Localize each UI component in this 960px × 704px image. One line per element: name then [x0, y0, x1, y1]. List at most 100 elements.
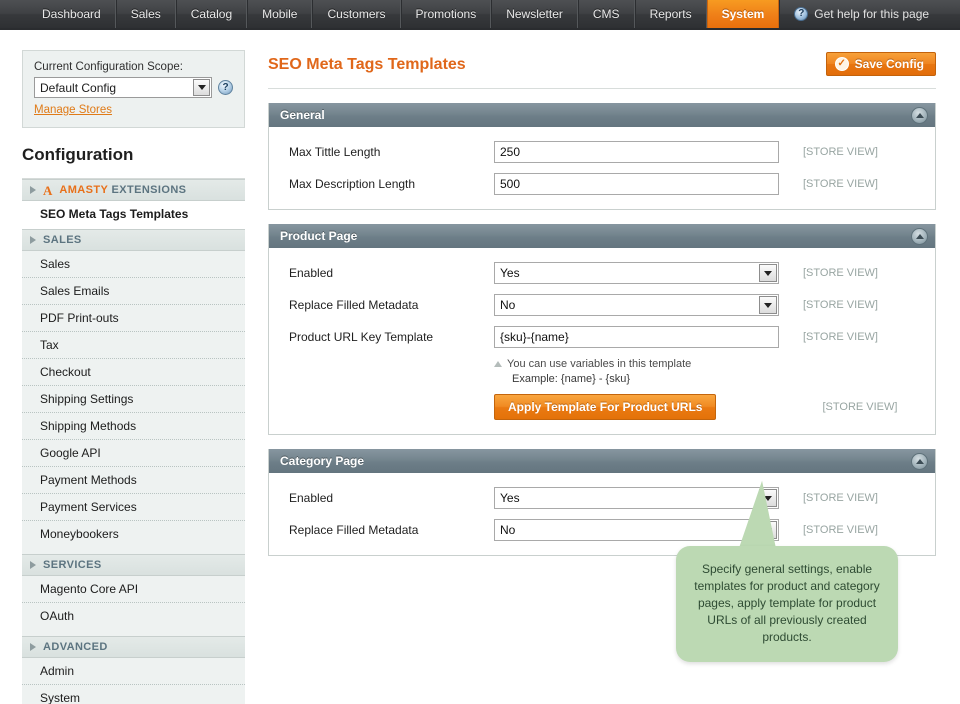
content-header: SEO Meta Tags Templates ✓ Save Config	[268, 52, 936, 76]
nav-item-mobile[interactable]: Mobile	[247, 0, 313, 28]
field-row-replace-filled-metadata: Replace Filled Metadata No [STORE VIEW]	[269, 294, 935, 316]
header-divider	[268, 88, 936, 89]
menu-group-services: Magento Core API OAuth	[22, 576, 245, 636]
fieldset-body-product-page: Enabled Yes [STORE VIEW] Replace Filled Met…	[269, 248, 935, 434]
menu-section-advanced[interactable]: ADVANCED	[22, 636, 245, 658]
input-max-tittle-length[interactable]: 250	[494, 141, 779, 163]
menu-section-label: ADVANCED	[43, 641, 108, 653]
apply-template-button[interactable]: Apply Template For Product URLs	[494, 394, 717, 420]
field-control-replace-filled-metadata: No	[494, 519, 779, 541]
configuration-heading: Configuration	[22, 128, 245, 179]
field-row-max-description-length: Max Description Length 500 [STORE VIEW]	[269, 173, 935, 195]
sidebar-item-system[interactable]: System	[22, 685, 245, 704]
sidebar-item-oauth[interactable]: OAuth	[22, 603, 245, 629]
chevron-down-icon	[759, 264, 777, 282]
sidebar-item-seo-meta-tags-templates[interactable]: SEO Meta Tags Templates	[22, 201, 245, 227]
triangle-right-icon	[30, 643, 36, 651]
menu-section-label: SALES	[43, 234, 82, 246]
nav-item-cms[interactable]: CMS	[577, 0, 635, 28]
scope-label: Current Configuration Scope:	[34, 61, 183, 73]
nav-item-newsletter[interactable]: Newsletter	[491, 0, 578, 28]
hint-example: Example: {name} - {sku}	[512, 373, 631, 385]
sidebar-item-shipping-settings[interactable]: Shipping Settings	[22, 386, 245, 413]
menu-group-amasty: SEO Meta Tags Templates	[22, 201, 245, 229]
help-tooltip: Specify general settings, enable templat…	[676, 546, 898, 662]
check-circle-icon: ✓	[834, 57, 849, 71]
field-row-max-tittle-length: Max Tittle Length 250 [STORE VIEW]	[269, 141, 935, 163]
select-replace-filled-metadata[interactable]: No	[494, 294, 779, 316]
field-label-max-tittle-length: Max Tittle Length	[289, 145, 381, 159]
fieldset-title: Category Page	[280, 454, 365, 468]
sidebar-item-payment-services[interactable]: Payment Services	[22, 494, 245, 521]
collapse-up-icon[interactable]	[911, 452, 928, 470]
menu-section-services[interactable]: SERVICES	[22, 554, 245, 576]
select-enabled[interactable]: Yes	[494, 262, 779, 284]
nav-item-system[interactable]: System	[706, 0, 780, 28]
scope-select[interactable]: Default Config	[34, 77, 212, 98]
menu-section-sales[interactable]: SALES	[22, 229, 245, 251]
get-help-link[interactable]: ? Get help for this page	[779, 0, 941, 28]
field-row-enabled: Enabled Yes [STORE VIEW]	[269, 262, 935, 284]
fieldset-title: Product Page	[280, 229, 358, 243]
main-content: SEO Meta Tags Templates ✓ Save Config Ge…	[250, 30, 960, 704]
triangle-up-icon	[494, 361, 502, 367]
page-title: SEO Meta Tags Templates	[268, 56, 466, 73]
sidebar-item-moneybookers[interactable]: Moneybookers	[22, 521, 245, 547]
field-control-max-description-length: 500	[494, 173, 779, 195]
field-value: No	[500, 523, 516, 537]
scope-tag: [STORE VIEW]	[822, 401, 898, 413]
fieldset-header-category-page[interactable]: Category Page	[269, 449, 935, 473]
field-control-enabled: Yes	[494, 487, 779, 509]
nav-item-customers[interactable]: Customers	[312, 0, 401, 28]
fieldset-header-product-page[interactable]: Product Page	[269, 224, 935, 248]
scope-tag: [STORE VIEW]	[803, 331, 878, 343]
hint-line: You can use variables in this template	[494, 358, 935, 370]
field-control-product-url-key-template: {sku}-{name}	[494, 326, 779, 348]
nav-item-dashboard[interactable]: Dashboard	[28, 0, 116, 28]
input-max-description-length[interactable]: 500	[494, 173, 779, 195]
sidebar-item-checkout[interactable]: Checkout	[22, 359, 245, 386]
scope-row: Default Config ?	[34, 77, 234, 98]
sidebar-item-pdf-print-outs[interactable]: PDF Print-outs	[22, 305, 245, 332]
scope-tag: [STORE VIEW]	[803, 524, 878, 536]
sidebar-item-shipping-methods[interactable]: Shipping Methods	[22, 413, 245, 440]
nav-item-catalog[interactable]: Catalog	[175, 0, 248, 28]
menu-section-label: AMASTY EXTENSIONS	[59, 184, 187, 196]
hint-text: You can use variables in this template	[507, 358, 692, 370]
nav-item-reports[interactable]: Reports	[634, 0, 707, 28]
triangle-right-icon	[30, 561, 36, 569]
sidebar-item-admin[interactable]: Admin	[22, 658, 245, 685]
fieldset-general: General Max Tittle Length 250 [STORE VIEW] M…	[268, 103, 936, 210]
menu-section-amasty[interactable]: A AMASTY EXTENSIONS	[22, 179, 245, 201]
question-circle-icon: ?	[794, 7, 809, 21]
nav-item-promotions[interactable]: Promotions	[400, 0, 492, 28]
question-circle-icon[interactable]: ?	[218, 80, 233, 95]
save-config-button[interactable]: ✓ Save Config	[825, 52, 936, 76]
field-label-replace-filled-metadata: Replace Filled Metadata	[289, 523, 419, 537]
fieldset-header-general[interactable]: General	[269, 103, 935, 127]
chevron-down-icon	[759, 296, 777, 314]
scope-tag: [STORE VIEW]	[803, 146, 878, 158]
scope-tag: [STORE VIEW]	[803, 267, 878, 279]
collapse-up-icon[interactable]	[911, 227, 928, 245]
sidebar-item-magento-core-api[interactable]: Magento Core API	[22, 576, 245, 603]
scope-select-value: Default Config	[40, 80, 117, 95]
tooltip-text: Specify general settings, enable templat…	[694, 562, 880, 644]
select-enabled[interactable]: Yes	[494, 487, 779, 509]
field-label-max-description-length: Max Description Length	[289, 177, 416, 191]
field-control-replace-filled-metadata: No	[494, 294, 779, 316]
collapse-up-icon[interactable]	[911, 106, 928, 124]
sidebar-item-sales-emails[interactable]: Sales Emails	[22, 278, 245, 305]
select-replace-filled-metadata[interactable]: No	[494, 519, 779, 541]
sidebar-item-tax[interactable]: Tax	[22, 332, 245, 359]
input-product-url-key-template[interactable]: {sku}-{name}	[494, 326, 779, 348]
configuration-scope-box: Current Configuration Scope: Default Con…	[22, 50, 245, 128]
manage-stores-link[interactable]: Manage Stores	[34, 104, 112, 116]
page-body: Current Configuration Scope: Default Con…	[0, 30, 960, 704]
sidebar-item-payment-methods[interactable]: Payment Methods	[22, 467, 245, 494]
sidebar-item-google-api[interactable]: Google API	[22, 440, 245, 467]
fieldset-category-page: Category Page Enabled Yes [STORE VIEW] Repla…	[268, 449, 936, 556]
sidebar-item-sales[interactable]: Sales	[22, 251, 245, 278]
nav-item-sales[interactable]: Sales	[115, 0, 176, 28]
field-value: {sku}-{name}	[500, 330, 569, 344]
